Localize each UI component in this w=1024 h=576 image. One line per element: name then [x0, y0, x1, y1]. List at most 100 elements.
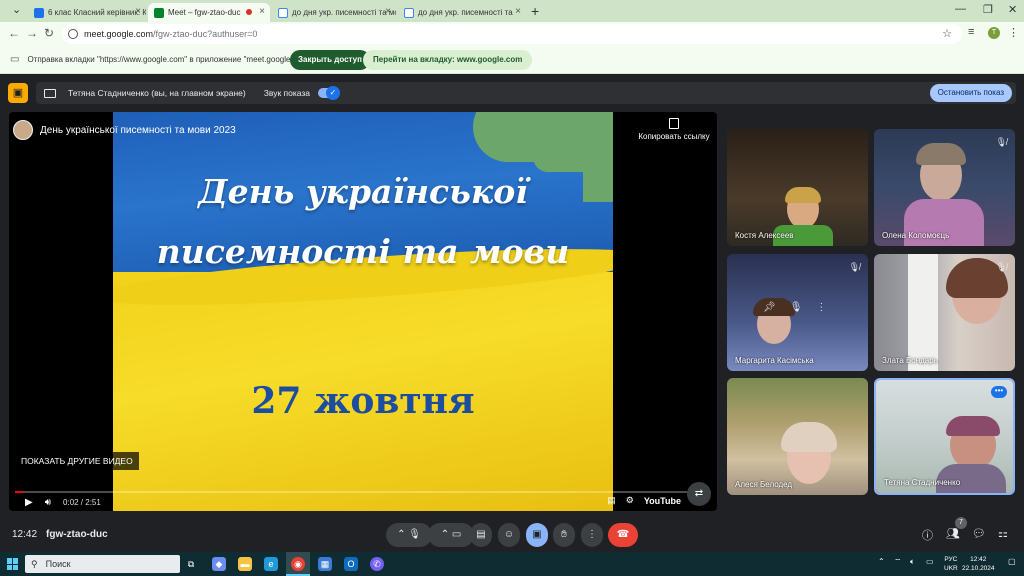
close-icon[interactable]: × [259, 6, 265, 17]
browser-tab-4[interactable]: до дня укр. писемності та × [398, 3, 526, 22]
battery-icon[interactable]: ▭ [926, 557, 934, 566]
chrome-icon[interactable]: ◉ [291, 557, 305, 571]
copy-link-label: Копировать ссылку [638, 132, 710, 141]
close-access-button[interactable]: Закрыть доступ [290, 50, 370, 70]
menu-icon[interactable]: ⋮ [1008, 26, 1019, 39]
meeting-details-icon[interactable]: ⓘ [922, 527, 933, 543]
people-icon[interactable]: 👥︎ [946, 527, 960, 540]
network-icon[interactable]: ⌔ [894, 557, 902, 567]
tile-hover-actions: 📌︎ 🎙︎ ⋮ [763, 302, 826, 313]
new-tab-button[interactable]: + [531, 3, 539, 19]
mic-off-icon: 🎙︎̸ [995, 137, 1007, 147]
close-icon[interactable]: × [385, 6, 391, 17]
taskbar-search-input[interactable]: ⚲ Поиск [25, 555, 180, 573]
restore-icon[interactable]: ❐ [983, 3, 993, 16]
back-icon[interactable]: ← [8, 26, 20, 40]
activities-icon[interactable]: ⚏ [998, 527, 1008, 540]
mute-participant-icon[interactable]: 🎙︎ [790, 302, 803, 313]
tab-search-icon[interactable]: ⌄ [12, 3, 21, 16]
settings-gear-icon[interactable]: ⚙ [626, 495, 634, 506]
search-placeholder: Поиск [45, 559, 71, 569]
participant-count-badge: 7 [955, 517, 967, 529]
browser-tab-1[interactable]: 6 клас Класний керівник: Кузь × [28, 3, 146, 22]
share-audio-label: Звук показа [263, 88, 311, 98]
play-icon[interactable]: ▶ [25, 497, 33, 508]
camera-button[interactable]: ⌃ ▭ [428, 523, 474, 547]
video-progress-bar[interactable] [15, 491, 711, 493]
participant-tile[interactable]: 🎙︎̸ Олена Коломоєць [874, 129, 1015, 246]
stop-presenting-button[interactable]: Остановить показ [929, 84, 1012, 102]
window-close-icon[interactable]: ✕ [1008, 3, 1017, 16]
chat-icon[interactable]: 💬︎ [972, 527, 986, 540]
url-input[interactable]: meet.google.com/fgw-ztao-duc?authuser=0 … [62, 24, 962, 44]
close-icon[interactable]: × [135, 6, 141, 17]
reload-icon[interactable]: ↻ [44, 26, 54, 40]
raise-hand-button[interactable]: ✋︎ [553, 523, 575, 547]
channel-avatar[interactable] [13, 120, 33, 140]
youtube-logo[interactable]: YouTube [644, 496, 681, 506]
windows-start-icon[interactable] [7, 558, 19, 570]
copy-icon [669, 118, 679, 129]
edge-icon[interactable]: e [264, 557, 278, 571]
video-heading-line2: писемності та мови [156, 232, 570, 271]
leave-call-button[interactable]: ☎︎ [608, 523, 638, 547]
mic-off-icon: 🎙︎̸ [848, 262, 860, 272]
profile-avatar[interactable]: T [988, 27, 1000, 39]
taskbar-clock[interactable]: 12:42 22.10.2024 [962, 555, 995, 573]
participant-tile[interactable]: Костя Алексеев [727, 129, 868, 246]
forward-icon[interactable]: → [26, 26, 38, 40]
bookmark-star-icon[interactable]: ☆ [942, 27, 952, 40]
captions-button[interactable]: ▤ [470, 523, 492, 547]
taskbar-date: 22.10.2024 [962, 565, 995, 572]
taskbar-time: 12:42 [970, 556, 987, 563]
video-controls: ▶ 🔊︎ 0:02 / 2:51 ▤ ⚙ YouTube [9, 494, 717, 511]
microphone-button[interactable]: ⌃ 🎙︎ [386, 523, 432, 547]
more-options-button[interactable]: ⋮ [581, 523, 603, 547]
store-icon[interactable]: ▦ [318, 557, 332, 571]
more-options-icon[interactable]: ⋮ [816, 302, 826, 313]
mic-off-icon: 🎙︎̸ [995, 262, 1007, 272]
share-audio-toggle[interactable] [318, 86, 341, 100]
close-icon[interactable]: × [515, 6, 521, 17]
tray-chevron-icon[interactable]: ⌃ [878, 557, 885, 566]
recording-icon [246, 9, 252, 15]
pin-icon[interactable]: 📌︎ [763, 302, 776, 313]
notification-icon[interactable]: ▢ [1008, 557, 1016, 566]
file-explorer-icon[interactable]: ▬ [238, 557, 252, 571]
video-title[interactable]: День української писемності та мови 2023 [40, 125, 236, 136]
copilot-icon[interactable]: ◆ [212, 557, 226, 571]
address-bar-row: ← → ↻ meet.google.com/fgw-ztao-duc?authu… [0, 22, 1024, 46]
outlook-icon[interactable]: O [344, 557, 358, 571]
site-info-icon[interactable] [68, 29, 78, 39]
task-view-icon[interactable]: ⧉ [184, 557, 198, 571]
subtitles-icon[interactable]: ▤ [607, 495, 616, 506]
go-to-tab-button[interactable]: Перейти на вкладку: www.google.com [363, 50, 533, 70]
meeting-code[interactable]: fgw-ztao-duc [46, 529, 108, 540]
participant-tile[interactable]: Алеся Белодед [727, 378, 868, 495]
meet-icon [154, 7, 164, 18]
google-icon [404, 7, 414, 18]
language-indicator[interactable]: РУС UKR [944, 555, 958, 573]
layout-toggle-icon[interactable]: ⇄ [687, 482, 711, 506]
participant-tile[interactable]: 🎙︎̸ Злата Бондарь [874, 254, 1015, 371]
video-controls-right: ▤ ⚙ YouTube [597, 495, 681, 506]
participant-name: Тетяна Стадниченко [884, 478, 961, 487]
speaker-icon[interactable]: 🔈︎ [910, 557, 915, 567]
reactions-button[interactable]: ☺ [498, 523, 520, 547]
more-videos-button[interactable]: ПОКАЗАТЬ ДРУГИЕ ВИДЕО [15, 452, 139, 470]
windows-taskbar: ⚲ Поиск ⧉ ◆ ▬ e ◉ ▦ O ✆ ⌃ ⌔ 🔈︎ ▭ РУС UKR… [0, 552, 1024, 576]
more-options-icon[interactable]: ••• [991, 386, 1007, 398]
video-date: 27 жовтня [251, 380, 475, 422]
language-bottom: UKR [944, 565, 958, 572]
minimize-icon[interactable]: — [955, 3, 966, 15]
present-now-button[interactable]: ▣ [526, 523, 548, 547]
participant-tile[interactable]: 📌︎ 🎙︎ ⋮ 🎙︎̸ Маргарита Касімська [727, 254, 868, 371]
main-presentation-video[interactable]: День української писемності та мови 27 ж… [9, 112, 717, 511]
browser-tab-2[interactable]: Meet – fgw-ztao-duc × [148, 3, 270, 22]
viber-icon[interactable]: ✆ [370, 557, 384, 571]
copy-link-button[interactable]: Копировать ссылку [637, 118, 711, 141]
media-control-icon[interactable]: ≡ [968, 26, 974, 38]
volume-icon[interactable]: 🔊︎ [45, 497, 51, 508]
participant-tile-self[interactable]: ••• Тетяна Стадниченко [874, 378, 1015, 495]
browser-tab-3[interactable]: до дня укр. писемності та мо × [272, 3, 396, 22]
